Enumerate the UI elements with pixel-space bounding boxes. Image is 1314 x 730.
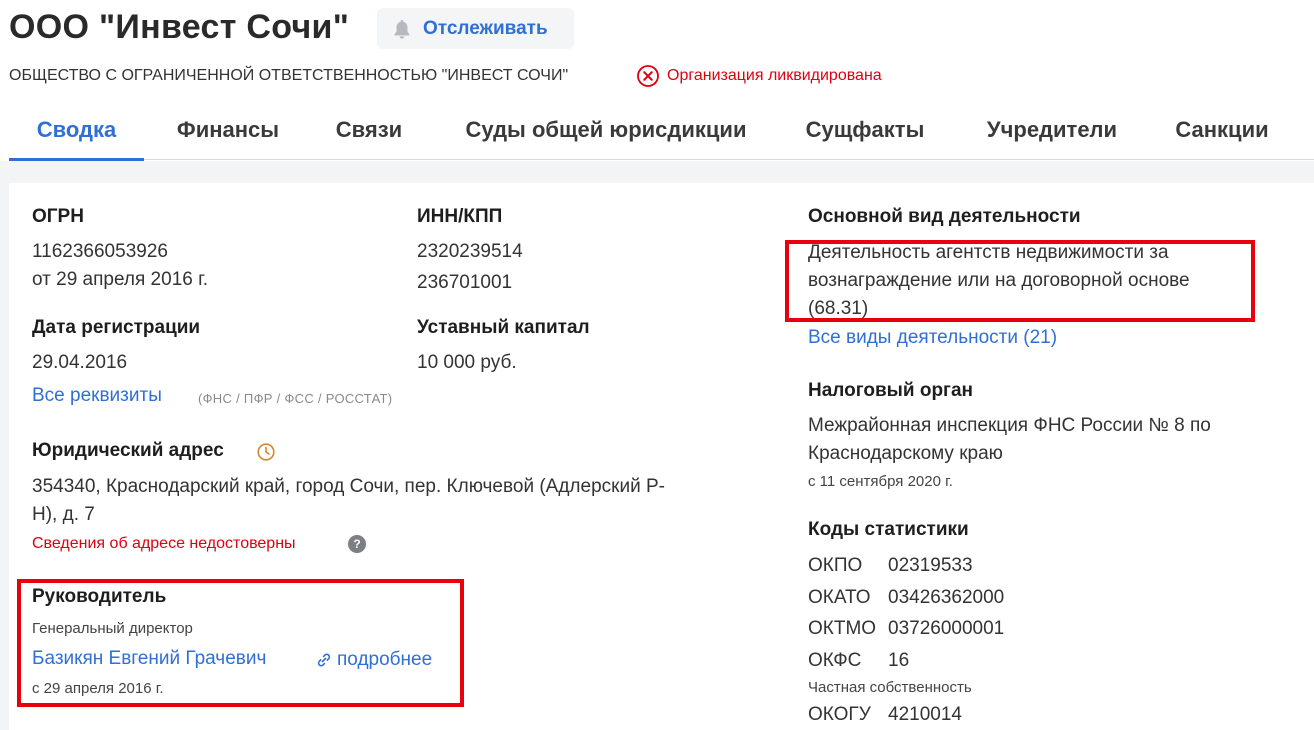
- follow-label: Отслеживать: [423, 17, 548, 39]
- all-requisites-link[interactable]: Все реквизиты: [32, 385, 162, 407]
- capital-value: 10 000 руб.: [417, 352, 517, 373]
- ogrn-value: 1162366053926: [32, 241, 168, 262]
- inn-kpp-label: ИНН/КПП: [417, 206, 503, 227]
- stat-key: ОКТМО: [808, 618, 877, 639]
- okfs-note: Частная собственность: [808, 679, 972, 696]
- stat-row-okfs: ОКФС 16: [808, 650, 909, 672]
- stat-value: 02319533: [888, 555, 973, 576]
- status-text: Организация ликвидирована: [667, 67, 882, 84]
- address-line-1: 354340, Краснодарский край, город Сочи, …: [32, 476, 665, 497]
- stats-codes-label: Коды статистики: [808, 519, 969, 540]
- tax-authority-line-1: Межрайонная инспекция ФНС России № 8 по: [808, 415, 1211, 436]
- tab-finance[interactable]: Финансы: [157, 100, 299, 160]
- tab-connections[interactable]: Связи: [319, 100, 419, 160]
- stat-key: ОКАТО: [808, 587, 871, 608]
- stat-value: 4210014: [888, 704, 962, 725]
- director-label: Руководитель: [32, 586, 167, 607]
- registration-label: Дата регистрации: [32, 317, 201, 338]
- tab-bar: Сводка Финансы Связи Суды общей юрисдикц…: [9, 100, 1314, 161]
- help-icon[interactable]: ?: [348, 535, 366, 553]
- all-activities-link[interactable]: Все виды деятельности (21): [808, 327, 1057, 349]
- address-line-2: Н), д. 7: [32, 504, 95, 525]
- stat-key: ОКОГУ: [808, 704, 871, 725]
- tab-facts[interactable]: Сущфакты: [792, 100, 938, 160]
- requisites-sources: (ФНС / ПФР / ФСС / РОССТАТ): [198, 391, 393, 406]
- ogrn-label: ОГРН: [32, 206, 84, 227]
- clock-icon[interactable]: [256, 442, 276, 462]
- link-icon[interactable]: [315, 651, 333, 669]
- stat-value: 16: [888, 650, 910, 671]
- liquidated-status: Организация ликвидирована: [636, 64, 882, 88]
- stat-row-okogu: ОКОГУ 4210014: [808, 704, 962, 726]
- activity-code: (68.31): [808, 298, 869, 319]
- kpp-value: 236701001: [417, 272, 513, 293]
- stat-row-okpo: ОКПО 02319533: [808, 555, 973, 577]
- director-since: с 29 апреля 2016 г.: [32, 680, 164, 697]
- ogrn-date: от 29 апреля 2016 г.: [32, 269, 208, 290]
- inn-value: 2320239514: [417, 241, 523, 262]
- company-full-name: ОБЩЕСТВО С ОГРАНИЧЕННОЙ ОТВЕТСТВЕННОСТЬЮ…: [9, 67, 569, 84]
- tax-authority-since: с 11 сентября 2020 г.: [808, 473, 953, 490]
- summary-card: ОГРН 1162366053926 от 29 апреля 2016 г. …: [9, 183, 1314, 730]
- company-page: ООО "Инвест Сочи" Отслеживать ОБЩЕСТВО С…: [0, 0, 1314, 730]
- tax-authority-line-2: Краснодарскому краю: [808, 443, 1003, 464]
- tab-sanctions[interactable]: Санкции: [1157, 100, 1287, 160]
- tab-founders[interactable]: Учредители: [966, 100, 1138, 160]
- bell-icon: [394, 19, 410, 39]
- address-label: Юридический адрес: [32, 440, 224, 461]
- tax-authority-label: Налоговый орган: [808, 380, 974, 401]
- stat-key: ОКФС: [808, 650, 862, 671]
- address-warning: Сведения об адресе недостоверны: [32, 535, 296, 552]
- company-title: ООО "Инвест Сочи": [9, 8, 350, 46]
- capital-label: Уставный капитал: [417, 317, 590, 338]
- director-name-link[interactable]: Базикян Евгений Грачевич: [32, 648, 266, 670]
- stat-row-oktmo: ОКТМО 03726000001: [808, 618, 1004, 640]
- activity-label: Основной вид деятельности: [808, 206, 1081, 227]
- registration-date: 29.04.2016: [32, 352, 128, 373]
- activity-line-2: вознаграждение или на договорной основе: [808, 270, 1190, 291]
- stat-value: 03726000001: [888, 618, 1005, 639]
- stat-row-okato: ОКАТО 03426362000: [808, 587, 1004, 609]
- director-position: Генеральный директор: [32, 620, 193, 637]
- close-circle-icon: [637, 65, 659, 87]
- tab-courts[interactable]: Суды общей юрисдикции: [439, 100, 773, 160]
- tab-summary[interactable]: Сводка: [9, 100, 144, 161]
- activity-line-1: Деятельность агентств недвижимости за: [808, 242, 1169, 263]
- stat-key: ОКПО: [808, 555, 863, 576]
- director-more-link[interactable]: подробнее: [337, 649, 432, 671]
- follow-button[interactable]: Отслеживать: [377, 8, 574, 49]
- stat-value: 03426362000: [888, 587, 1005, 608]
